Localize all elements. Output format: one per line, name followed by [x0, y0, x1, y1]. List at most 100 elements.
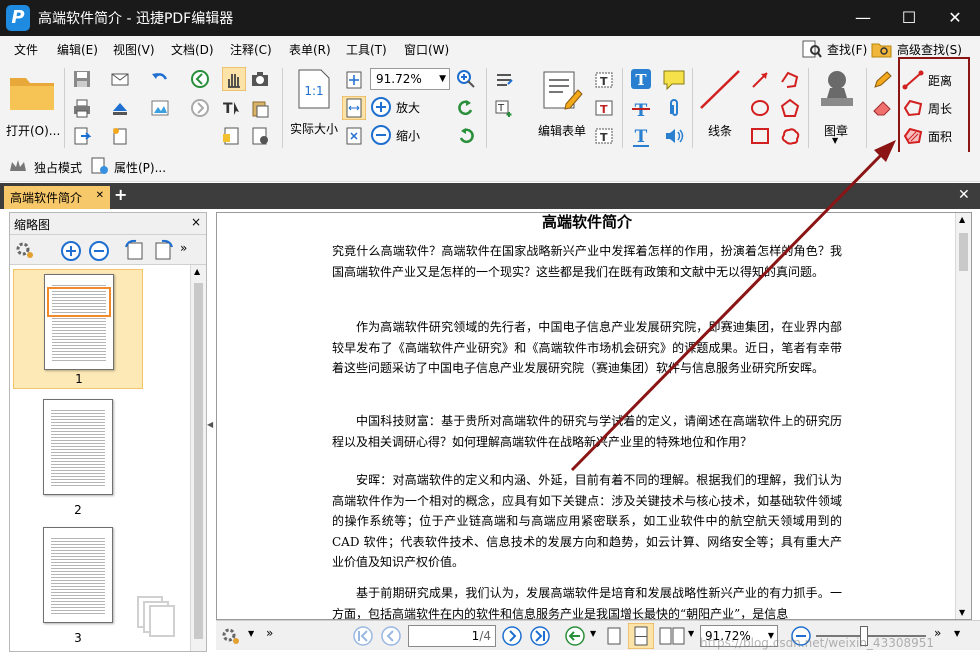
new-doc-icon[interactable]: [110, 126, 130, 146]
exclusive-mode-button[interactable]: 独占模式: [8, 157, 88, 177]
thumbnail-item[interactable]: 2: [13, 399, 143, 519]
zoom-out-thumb-icon[interactable]: [88, 240, 110, 262]
note-icon[interactable]: [662, 68, 686, 92]
facing-view-icon[interactable]: [658, 626, 686, 646]
text-field-icon[interactable]: T: [594, 70, 614, 90]
rotate-right-icon[interactable]: [456, 126, 476, 146]
rotate-left-icon[interactable]: [456, 98, 476, 118]
thumbnail-scrollbar[interactable]: ▲: [190, 265, 206, 651]
scroll-thumb[interactable]: [194, 283, 203, 639]
snapshot-icon[interactable]: [250, 69, 270, 89]
advanced-find-button[interactable]: 高级查找(S): [871, 39, 962, 59]
eraser-icon[interactable]: [872, 98, 892, 118]
menu-comment[interactable]: 注释(C): [230, 41, 272, 58]
add-text-box-icon[interactable]: T: [494, 98, 514, 118]
menu-view[interactable]: 视图(V): [113, 41, 155, 58]
settings-gear-icon[interactable]: [14, 240, 36, 260]
continuous-view-icon[interactable]: [628, 623, 654, 649]
scroll-up-icon[interactable]: ▲: [959, 215, 965, 224]
hand-tool-icon[interactable]: [222, 67, 246, 91]
properties-button[interactable]: 属性(P)...: [90, 156, 170, 178]
more-chevron-icon[interactable]: »: [266, 626, 273, 640]
document-scrollbar[interactable]: ▲ ▼: [955, 213, 971, 619]
zoom-in-thumb-icon[interactable]: [60, 240, 82, 262]
rotate-ccw-90-icon[interactable]: [124, 239, 146, 261]
typewriter-icon[interactable]: T: [630, 68, 652, 90]
thumbnail-item[interactable]: 3: [13, 527, 143, 647]
chevron-down-icon[interactable]: ▼: [248, 629, 254, 638]
menu-form[interactable]: 表单(R): [289, 41, 331, 58]
lines-button[interactable]: 线条: [696, 68, 744, 140]
paste-icon[interactable]: [250, 98, 270, 118]
edit-form-button[interactable]: 编辑表单: [534, 68, 590, 140]
find-button[interactable]: 查找(F): [801, 39, 867, 59]
list-edit-icon[interactable]: [494, 70, 514, 90]
scroll-thumb[interactable]: [959, 233, 968, 271]
single-page-view-icon[interactable]: [606, 626, 622, 646]
maximize-button[interactable]: ☐: [886, 0, 932, 36]
page-number-field[interactable]: 1/4: [408, 625, 496, 647]
select-text-icon[interactable]: T: [222, 98, 242, 118]
rotate-cw-90-icon[interactable]: [152, 239, 174, 261]
document-tools-icon[interactable]: [250, 126, 270, 146]
scroll-down-icon[interactable]: ▼: [959, 608, 965, 617]
collapse-panel-handle[interactable]: ◀: [207, 420, 214, 442]
fit-page-icon[interactable]: [344, 70, 364, 90]
chevron-down-icon[interactable]: ▼: [954, 629, 960, 638]
previous-page-icon[interactable]: [380, 625, 402, 647]
next-page-icon[interactable]: [501, 625, 523, 647]
minimize-button[interactable]: —: [840, 0, 886, 36]
menu-edit[interactable]: 编辑(E): [57, 41, 98, 58]
save-icon[interactable]: [72, 69, 92, 89]
polyline-tool-icon[interactable]: [780, 70, 800, 90]
menu-window[interactable]: 窗口(W): [404, 41, 449, 58]
more-chevron-icon[interactable]: »: [934, 626, 941, 640]
close-all-tabs-button[interactable]: ✕: [958, 187, 970, 203]
export-doc-icon[interactable]: [72, 126, 92, 146]
tab-close-icon[interactable]: ✕: [96, 190, 104, 201]
tab-document[interactable]: 高端软件简介 ✕: [4, 186, 110, 209]
actual-size-button[interactable]: 1:1 实际大小: [288, 68, 340, 140]
menu-document[interactable]: 文档(D): [171, 41, 214, 58]
chevron-down-icon[interactable]: ▼: [688, 629, 694, 638]
back-view-icon[interactable]: [564, 625, 586, 647]
undo-icon[interactable]: [150, 69, 170, 89]
strikeout-icon[interactable]: T: [630, 98, 652, 120]
scroll-up-icon[interactable]: ▲: [194, 267, 200, 276]
zoom-select[interactable]: 91.72% ▼: [370, 68, 450, 90]
ellipse-tool-icon[interactable]: [750, 98, 770, 118]
zoom-in-icon[interactable]: [456, 69, 476, 89]
stamp-button[interactable]: 图章 ▼: [812, 68, 862, 146]
menu-file[interactable]: 文件: [14, 41, 38, 58]
underline-icon[interactable]: T: [630, 126, 652, 148]
text-box-icon[interactable]: T: [594, 98, 614, 118]
last-page-icon[interactable]: [529, 625, 551, 647]
attachment-icon[interactable]: [664, 98, 684, 118]
thumbnail-item[interactable]: 1: [13, 269, 143, 389]
pencil-icon[interactable]: [872, 70, 892, 90]
settings-gear-icon[interactable]: [220, 625, 242, 647]
scan-icon[interactable]: [110, 98, 130, 118]
back-icon[interactable]: [190, 69, 210, 89]
cloud-tool-icon[interactable]: [780, 126, 800, 146]
add-tab-button[interactable]: +: [114, 185, 127, 204]
open-button[interactable]: 打开(O)...: [4, 68, 60, 138]
first-page-icon[interactable]: [352, 625, 374, 647]
forward-icon[interactable]: [190, 98, 210, 118]
menu-tools[interactable]: 工具(T): [346, 41, 387, 58]
callout-text-icon[interactable]: T: [594, 126, 614, 146]
rectangle-tool-icon[interactable]: [750, 126, 770, 146]
document-note-icon[interactable]: [222, 126, 242, 146]
enlarge-button[interactable]: 放大: [370, 96, 430, 118]
chevron-down-icon[interactable]: ▼: [590, 629, 596, 638]
polygon-tool-icon[interactable]: [780, 98, 800, 118]
sound-icon[interactable]: [664, 126, 684, 146]
fit-visible-icon[interactable]: [344, 126, 364, 146]
highlight-tool-icon[interactable]: [150, 98, 170, 118]
print-icon[interactable]: [72, 98, 92, 118]
close-window-button[interactable]: ✕: [932, 0, 978, 36]
thumbnail-close-icon[interactable]: ×: [191, 215, 201, 229]
email-icon[interactable]: [110, 69, 130, 89]
more-chevron-icon[interactable]: »: [180, 241, 187, 255]
shrink-button[interactable]: 缩小: [370, 124, 430, 146]
